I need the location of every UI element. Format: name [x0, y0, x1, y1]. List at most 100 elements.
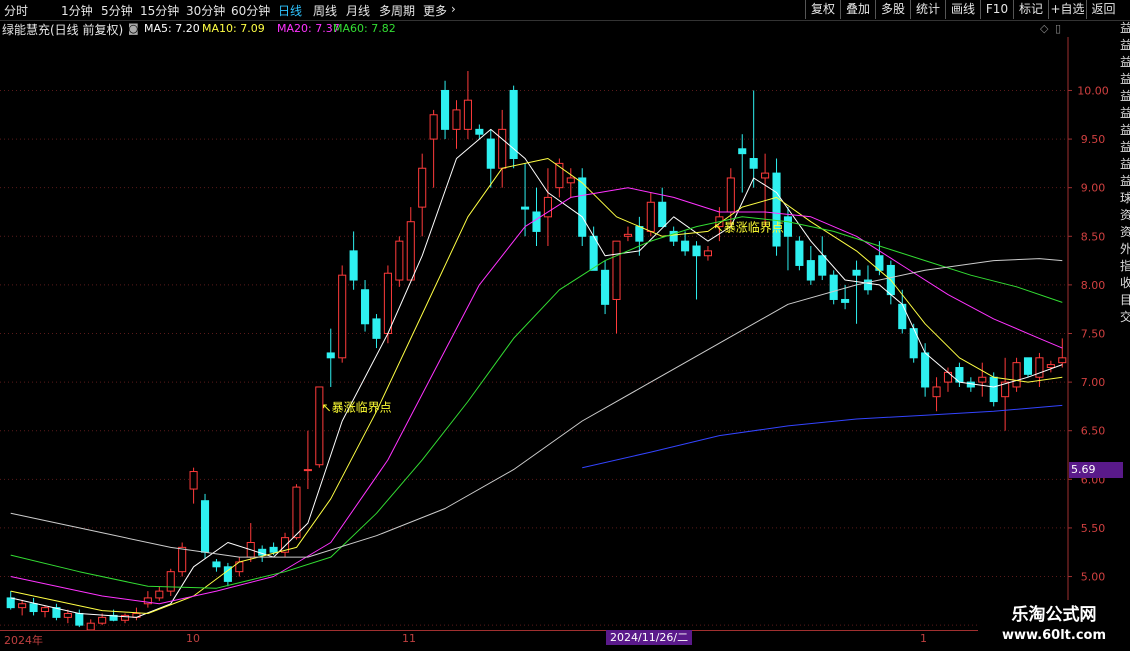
candle-up — [63, 612, 72, 618]
candle-down — [921, 352, 930, 388]
period-tab-1min[interactable]: 1分钟 — [61, 2, 93, 19]
y-tick-label: 7.50 — [1081, 328, 1106, 341]
ma20-label: MA20: 7.37 — [277, 22, 340, 35]
overlay-button[interactable]: 叠加 — [840, 0, 875, 19]
period-tab-multi[interactable]: 多周期 — [379, 2, 415, 19]
period-tab-60min[interactable]: 60分钟 — [231, 2, 270, 19]
date-label-jan: 1 — [920, 632, 927, 645]
y-tick-label: 9.50 — [1081, 133, 1106, 146]
candle-down — [269, 546, 278, 553]
candle-down — [326, 352, 335, 359]
chevron-right-icon[interactable]: › — [451, 2, 456, 16]
candle-down — [806, 260, 815, 281]
f10-button[interactable]: F10 — [980, 0, 1013, 19]
candle-up — [86, 622, 95, 630]
ma120-line — [10, 258, 1063, 558]
ma5-label: MA5: 7.20 — [144, 22, 200, 35]
candle-up — [703, 250, 712, 257]
ma250-line — [582, 404, 1063, 469]
candle-down — [795, 240, 804, 266]
candle-up — [40, 607, 50, 613]
candle-down — [841, 298, 850, 303]
period-tab-30min[interactable]: 30分钟 — [186, 2, 225, 19]
y-tick-label: 8.00 — [1081, 279, 1106, 292]
candle-up — [1046, 364, 1055, 369]
candle-down — [989, 376, 998, 403]
candle-up — [406, 221, 415, 281]
candle-up — [452, 109, 461, 130]
candle-up — [463, 99, 472, 130]
crosshair-date: 2024/11/26/二 — [606, 630, 693, 645]
candle-down — [852, 269, 861, 276]
window-toggle-icon[interactable]: ▯ — [1055, 22, 1061, 35]
candle-down — [6, 597, 15, 609]
candle-up — [178, 546, 187, 573]
back-button[interactable]: 返回 — [1086, 0, 1120, 19]
candle-down — [486, 138, 495, 169]
candle-up — [155, 590, 164, 599]
candle-up — [418, 167, 427, 208]
candle-up — [98, 616, 107, 624]
candle-up — [383, 272, 392, 335]
statistics-button[interactable]: 统计 — [910, 0, 945, 19]
candle-down — [635, 226, 644, 242]
candle-down — [29, 603, 38, 613]
candle-down — [349, 250, 358, 281]
ma60-line — [10, 216, 1063, 589]
y-tick-label: 9.00 — [1081, 182, 1106, 195]
adjust-button[interactable]: 复权 — [805, 0, 840, 19]
draw-line-button[interactable]: 画线 — [945, 0, 980, 19]
candle-down — [738, 148, 747, 155]
date-label-year: 2024年 — [4, 634, 43, 647]
current-price-box: 5.69 — [1069, 462, 1123, 478]
candle-up — [429, 114, 438, 140]
side-panel-strip: 益益益益益益益益益益球资资外指收目交 — [1120, 21, 1130, 324]
period-tab-intraday[interactable]: 分时 — [4, 2, 28, 19]
candle-up — [612, 240, 621, 300]
indicator-info-bar: 绿能慧充(日线 前复权) ◙ MA5: 7.20 MA10: 7.09 MA20… — [0, 21, 1060, 37]
candle-down — [441, 89, 450, 130]
candle-up — [1058, 357, 1067, 364]
add-watchlist-button[interactable]: +自选 — [1048, 0, 1086, 19]
brand-url: www.60lt.com — [1001, 628, 1107, 643]
candle-up — [646, 201, 655, 232]
candle-down — [829, 274, 838, 300]
candle-up — [395, 240, 404, 281]
candle-down — [361, 289, 370, 325]
candle-up — [623, 233, 632, 237]
candle-down — [783, 216, 793, 237]
y-tick-label: 6.50 — [1081, 425, 1106, 438]
candle-down — [772, 172, 781, 247]
period-tab-5min[interactable]: 5分钟 — [101, 2, 133, 19]
period-tab-15min[interactable]: 15分钟 — [140, 2, 179, 19]
candle-up — [18, 603, 27, 609]
date-axis: 2024年 10 11 1 — [0, 630, 978, 651]
y-tick-label: 5.50 — [1081, 522, 1106, 535]
kline-chart[interactable]: 10.009.509.008.508.007.507.006.506.005.5… — [0, 37, 1120, 630]
candle-down — [818, 255, 827, 276]
date-label-oct: 10 — [186, 632, 200, 645]
annotation-label: ↖暴涨临界点 — [322, 399, 392, 414]
candle-up — [338, 274, 347, 359]
y-tick-label: 5.00 — [1081, 571, 1106, 584]
y-tick-label: 8.50 — [1081, 230, 1106, 243]
date-label-nov: 11 — [402, 632, 416, 645]
period-tab-monthly[interactable]: 月线 — [346, 2, 370, 19]
period-tab-weekly[interactable]: 周线 — [313, 2, 337, 19]
period-tab-more[interactable]: 更多 — [423, 2, 447, 19]
y-tick-label: 7.00 — [1081, 376, 1106, 389]
mark-button[interactable]: 标记 — [1013, 0, 1048, 19]
period-tab-daily[interactable]: 日线 — [278, 2, 302, 19]
candle-up — [315, 386, 324, 466]
candle-up — [166, 571, 175, 592]
candle-down — [521, 206, 530, 210]
y-tick-label: 10.00 — [1077, 84, 1109, 97]
candle-down — [749, 158, 758, 169]
candle-down — [532, 211, 541, 232]
candle-up — [292, 486, 301, 539]
settings-circle-icon[interactable]: ◙ — [128, 22, 139, 35]
candle-up — [761, 172, 770, 179]
multi-stock-button[interactable]: 多股 — [875, 0, 910, 19]
diamond-icon[interactable]: ◇ — [1040, 22, 1048, 35]
candle-up — [978, 376, 987, 383]
